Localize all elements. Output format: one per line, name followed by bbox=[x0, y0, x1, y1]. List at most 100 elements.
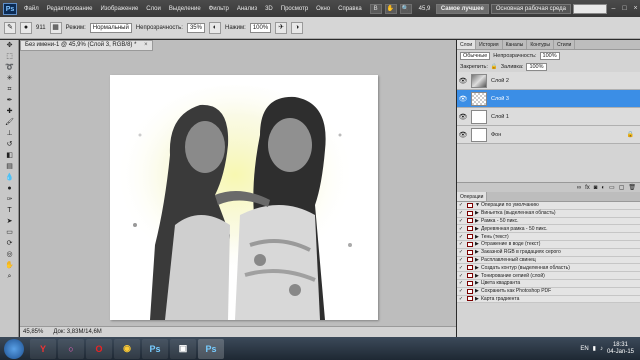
adjustment-icon[interactable]: ◐ bbox=[601, 185, 605, 191]
brush-preset-icon[interactable]: ● bbox=[20, 21, 32, 34]
bridge-icon[interactable]: B bbox=[369, 3, 382, 14]
eye-icon[interactable]: 👁 bbox=[457, 77, 469, 85]
document-tab[interactable]: Без имени-1 @ 45,9% (Слой 3, RGB/8) * × bbox=[20, 40, 153, 51]
action-item[interactable]: ✓ ▶ Виньетка (выделенная область) bbox=[457, 210, 640, 218]
search-input[interactable] bbox=[573, 3, 607, 14]
eye-icon[interactable]: 👁 bbox=[457, 113, 469, 121]
new-layer-icon[interactable]: ▢ bbox=[619, 184, 625, 191]
action-set[interactable]: ✓ ▼ Операции по умолчанию bbox=[457, 202, 640, 210]
status-zoom[interactable]: 45,85% bbox=[23, 329, 43, 335]
brush-tool-icon[interactable]: ✎ bbox=[4, 21, 16, 34]
lasso-tool-icon[interactable]: ➰ bbox=[2, 63, 17, 73]
action-item[interactable]: ✓ ▶ Деревянная рамка - 50 пикс. bbox=[457, 225, 640, 234]
history-brush-tool-icon[interactable]: ↺ bbox=[2, 140, 17, 150]
tab-styles[interactable]: Стили bbox=[554, 40, 576, 49]
start-button[interactable] bbox=[4, 338, 24, 359]
clock[interactable]: 18:31 04-Jan-15 bbox=[607, 342, 634, 356]
3d-orbit-tool-icon[interactable]: ◎ bbox=[2, 250, 17, 260]
photoshop-active-icon[interactable]: Ps bbox=[198, 338, 224, 359]
layer-row[interactable]: 👁 Слой 2 bbox=[457, 72, 640, 90]
eyedropper-tool-icon[interactable]: ✒ bbox=[2, 96, 17, 106]
action-item[interactable]: ✓ ▶ Отражение в воде (текст) bbox=[457, 241, 640, 249]
language-indicator[interactable]: EN bbox=[580, 346, 588, 352]
menu-window[interactable]: Окно bbox=[312, 6, 334, 12]
tab-operations[interactable]: Операции bbox=[457, 192, 488, 201]
menu-view[interactable]: Просмотр bbox=[277, 6, 312, 12]
workspace-best[interactable]: Самое лучшее bbox=[435, 3, 489, 14]
menu-analysis[interactable]: Анализ bbox=[233, 6, 261, 12]
menu-edit[interactable]: Редактирование bbox=[43, 6, 97, 12]
volume-icon[interactable]: ♪ bbox=[600, 346, 603, 352]
type-tool-icon[interactable]: T bbox=[2, 206, 17, 216]
pressure-size-icon[interactable]: ◑ bbox=[291, 21, 304, 34]
layer-opacity-field[interactable]: 100% bbox=[539, 51, 560, 60]
layer-row-selected[interactable]: 👁 Слой 3 bbox=[457, 90, 640, 108]
action-item[interactable]: ✓ ▶ Карта градиента bbox=[457, 296, 640, 304]
menu-filter[interactable]: Фильтр bbox=[205, 6, 233, 12]
layer-row[interactable]: 👁 Слой 1 bbox=[457, 108, 640, 126]
menu-file[interactable]: Файл bbox=[20, 6, 43, 12]
yandex-icon[interactable]: Y bbox=[30, 338, 56, 359]
action-item[interactable]: ✓ ▶ Создать контур (выделенная область) bbox=[457, 264, 640, 273]
hand-icon[interactable]: ✋ bbox=[384, 3, 397, 14]
menu-layers[interactable]: Слои bbox=[142, 6, 165, 12]
menu-3d[interactable]: 3D bbox=[261, 6, 277, 12]
zoom-tool-icon[interactable]: ⌕ bbox=[2, 272, 17, 282]
minimize-icon[interactable]: – bbox=[609, 5, 618, 12]
gradient-tool-icon[interactable]: ▤ bbox=[2, 162, 17, 172]
tab-layers[interactable]: Слои bbox=[457, 40, 477, 49]
network-icon[interactable]: ▮ bbox=[593, 345, 596, 352]
close-icon[interactable]: × bbox=[631, 5, 640, 12]
fx-icon[interactable]: fx bbox=[585, 185, 590, 191]
path-select-tool-icon[interactable]: ➤ bbox=[2, 217, 17, 227]
zoom-icon[interactable]: 🔍 bbox=[399, 3, 412, 14]
menu-select[interactable]: Выделение bbox=[165, 6, 205, 12]
action-item[interactable]: ✓ ▶ Тонирование сепией (слой) bbox=[457, 272, 640, 280]
tab-paths[interactable]: Контуры bbox=[527, 40, 554, 49]
healing-tool-icon[interactable]: ✚ bbox=[2, 107, 17, 117]
marquee-tool-icon[interactable]: ⬚ bbox=[2, 52, 17, 62]
hand-tool-icon[interactable]: ✋ bbox=[2, 261, 17, 271]
workspace-essentials[interactable]: Основная рабочая среда bbox=[490, 3, 571, 14]
media-icon[interactable]: ▣ bbox=[170, 338, 196, 359]
tab-history[interactable]: История bbox=[476, 40, 503, 49]
pressure-field[interactable]: 100% bbox=[249, 22, 272, 33]
airbrush-icon[interactable]: ✈ bbox=[275, 21, 288, 34]
brush-tool-icon[interactable]: 🖌 bbox=[2, 118, 17, 128]
messenger-icon[interactable]: ○ bbox=[58, 338, 84, 359]
pressure-opacity-icon[interactable]: ◐ bbox=[208, 21, 221, 34]
eye-icon[interactable]: 👁 bbox=[457, 131, 469, 139]
3d-rotate-tool-icon[interactable]: ⟳ bbox=[2, 239, 17, 249]
folder-icon[interactable]: ▭ bbox=[609, 184, 615, 191]
crop-tool-icon[interactable]: ⌗ bbox=[2, 85, 17, 95]
action-item[interactable]: ✓ ▶ Цвета квадранта bbox=[457, 280, 640, 288]
stamp-tool-icon[interactable]: ⊥ bbox=[2, 129, 17, 139]
eye-icon[interactable]: 👁 bbox=[457, 95, 469, 103]
document-canvas[interactable] bbox=[110, 75, 378, 320]
layer-row[interactable]: 👁 Фон 🔒 bbox=[457, 126, 640, 144]
maximize-icon[interactable]: □ bbox=[620, 5, 629, 12]
brush-panel-icon[interactable]: ▦ bbox=[49, 21, 62, 34]
action-item[interactable]: ✓ ▶ Заказной RGB в градациях серого bbox=[457, 249, 640, 257]
tab-channels[interactable]: Каналы bbox=[503, 40, 528, 49]
photoshop-task-icon[interactable]: Ps bbox=[142, 338, 168, 359]
blend-mode-select[interactable]: Обычные bbox=[460, 51, 491, 60]
lock-icon[interactable]: 🔒 bbox=[491, 64, 498, 70]
shape-tool-icon[interactable]: ▭ bbox=[2, 228, 17, 238]
dodge-tool-icon[interactable]: ● bbox=[2, 184, 17, 194]
opera-icon[interactable]: O bbox=[86, 338, 112, 359]
mask-icon[interactable]: ◙ bbox=[594, 185, 598, 191]
menu-image[interactable]: Изображение bbox=[96, 6, 142, 12]
action-item[interactable]: ✓ ▶ Рамка - 50 пикс. bbox=[457, 218, 640, 226]
fill-field[interactable]: 100% bbox=[526, 62, 547, 71]
eraser-tool-icon[interactable]: ◧ bbox=[2, 151, 17, 161]
move-tool-icon[interactable]: ✥ bbox=[2, 41, 17, 51]
action-item[interactable]: ✓ ▶ Сохранить как Photoshop PDF bbox=[457, 288, 640, 296]
chrome-icon[interactable]: ◉ bbox=[114, 338, 140, 359]
blur-tool-icon[interactable]: 💧 bbox=[2, 173, 17, 183]
quick-select-tool-icon[interactable]: ✳ bbox=[2, 74, 17, 84]
link-icon[interactable]: ∞ bbox=[577, 185, 581, 191]
action-item[interactable]: ✓ ▶ Тень (текст) bbox=[457, 233, 640, 241]
mode-select[interactable]: Нормальный bbox=[89, 22, 132, 33]
action-item[interactable]: ✓ ▶ Расплавленный свинец bbox=[457, 257, 640, 265]
